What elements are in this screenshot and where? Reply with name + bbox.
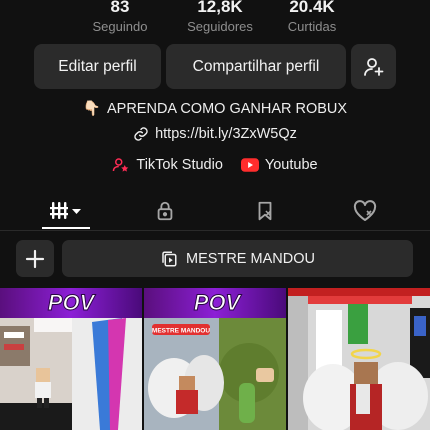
bio-text: APRENDA COMO GANHAR ROBUX [106,100,348,117]
add-playlist-button[interactable] [16,240,54,277]
tiktok-studio-icon [113,158,129,172]
following-label: Seguindo [92,19,148,34]
tab-private[interactable] [135,193,195,229]
youtube-icon [240,158,259,172]
edit-profile-button[interactable]: Editar perfil [34,44,161,89]
pointing-down-emoji: 👇🏻 [82,101,101,117]
profile-tabs [0,193,430,231]
add-friend-button[interactable] [351,44,396,89]
lock-icon [157,201,173,221]
liked-heart-icon [353,200,377,221]
following-count: 83 [110,0,130,16]
link-icon [134,127,148,141]
playlist-chip[interactable]: MESTRE MANDOU [62,240,413,277]
followers-label: Seguidores [187,19,253,34]
likes-stat[interactable]: 20.4K Curtidas [272,0,352,36]
bio-link-row[interactable]: https://bit.ly/3ZxW5Qz [0,126,430,146]
followers-stat[interactable]: 12,8K Seguidores [170,0,270,36]
likes-count: 20.4K [289,0,335,16]
likes-label: Curtidas [287,19,337,34]
profile-stats: 83 Seguindo 12,8K Seguidores 20.4K Curti… [0,0,430,40]
plus-icon [25,249,45,268]
video-thumbnail-image [288,288,430,430]
youtube-link[interactable]: Youtube [240,156,318,174]
playlist-label: MESTRE MANDOU [186,250,315,267]
tiktok-studio-label: TikTok Studio [136,157,223,173]
youtube-label: Youtube [264,157,318,173]
video-thumbnail-image: POV [0,288,142,430]
video-thumbnail[interactable]: MESTRE MANDOU POV [144,288,286,430]
profile-links: TikTok Studio Youtube [0,156,430,174]
active-tab-indicator [42,227,90,229]
pov-overlay-text: POV [48,290,97,315]
video-thumbnail[interactable]: POV [0,288,142,430]
tab-videos[interactable] [37,193,97,229]
playlist-icon [162,251,177,266]
video-grid: POV MESTRE MANDOU POV [0,288,430,430]
tab-liked[interactable] [335,193,395,229]
following-stat[interactable]: 83 Seguindo [80,0,160,36]
bookmark-icon [258,201,272,221]
tiktok-studio-link[interactable]: TikTok Studio [112,156,223,174]
pov-overlay-text: POV [194,290,243,315]
followers-count: 12,8K [197,0,243,16]
video-tag: MESTRE MANDOU [152,328,210,335]
bio-link[interactable]: https://bit.ly/3ZxW5Qz [155,126,297,142]
grid-icon [50,202,81,219]
video-thumbnail[interactable] [288,288,430,430]
bio-line: 👇🏻 APRENDA COMO GANHAR ROBUX [0,100,430,118]
share-profile-button[interactable]: Compartilhar perfil [166,44,346,89]
person-add-icon [363,57,383,76]
video-thumbnail-image: MESTRE MANDOU POV [144,288,286,430]
tab-saved[interactable] [235,193,295,229]
